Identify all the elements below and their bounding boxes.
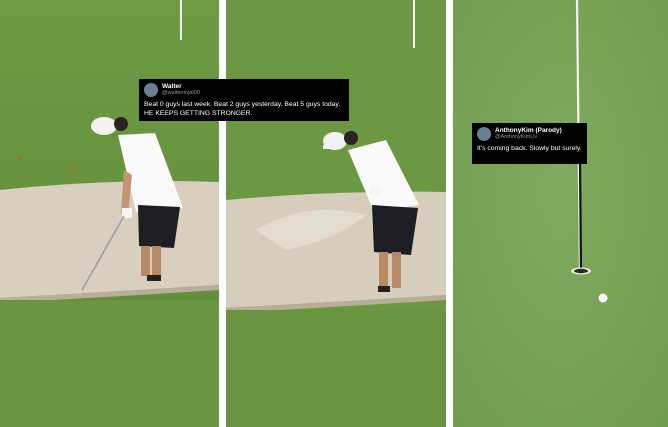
bunker-address-photo: [0, 0, 219, 427]
black-shorts: [372, 205, 418, 255]
avatar: [477, 127, 491, 141]
grass-foreground: [0, 300, 219, 427]
tweet-handle: @AnthonyKimLiv: [495, 133, 538, 140]
tweet-text: Beat 0 guys last week. Beat 2 guys yeste…: [144, 101, 341, 117]
golf-glove: [370, 186, 380, 195]
golf-cap: [91, 117, 117, 135]
avatar: [144, 83, 158, 97]
putting-green: [453, 0, 668, 427]
putting-green-photo: [453, 0, 668, 427]
tweet-header: Walter @waltterinjat00: [144, 83, 344, 97]
golf-ball: [598, 293, 608, 303]
photo-panel-3: [453, 0, 668, 427]
photo-panel-2: [226, 0, 446, 427]
sand-bunker: [0, 181, 219, 298]
tweet-text: It's coming back. Slowly but surely.: [477, 145, 582, 152]
tweet-card-anthonykim: AnthonyKim (Parody) @AnthonyKimLiv It's …: [472, 123, 587, 164]
bunker-swing-photo: [226, 0, 446, 427]
tweet-header: AnthonyKim (Parody) @AnthonyKimLiv: [477, 127, 582, 141]
tweet-card-walter: Walter @waltterinjat00 Beat 0 guys last …: [139, 79, 349, 121]
photo-panel-1: [0, 0, 219, 427]
tweet-handle: @waltterinjat00: [162, 89, 200, 96]
black-shorts: [138, 205, 180, 248]
grass-foreground: [226, 310, 446, 427]
